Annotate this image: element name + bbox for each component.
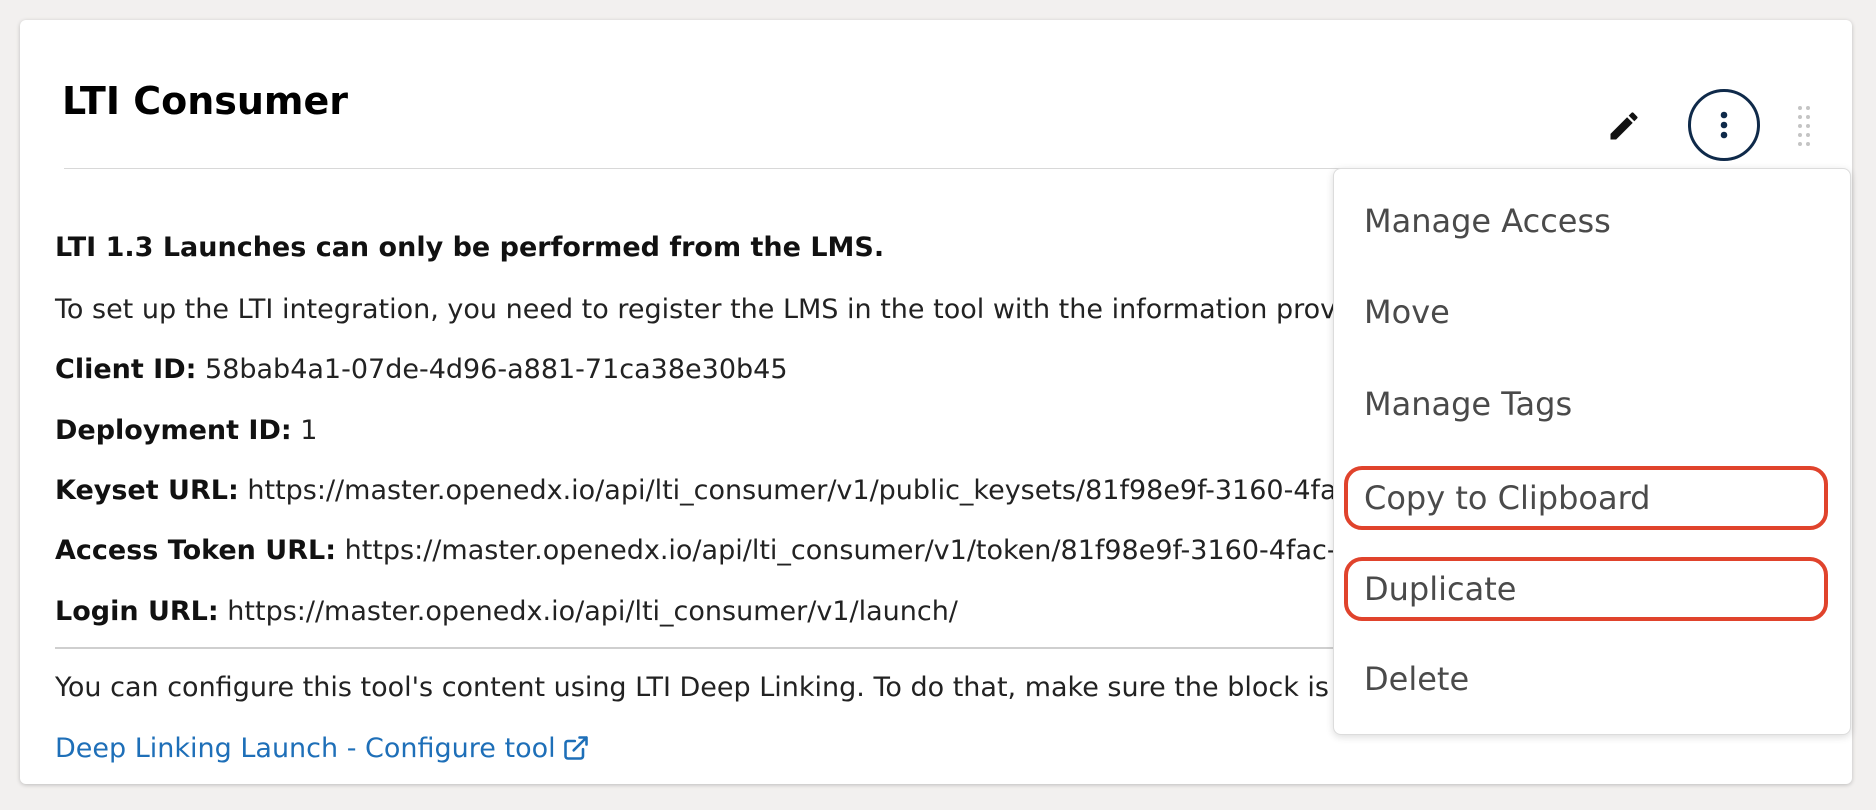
deep-linking-launch-label: Deep Linking Launch - Configure tool [55, 732, 556, 764]
menu-item-delete[interactable]: Delete [1344, 647, 1828, 711]
deployment-id-label: Deployment ID: [55, 415, 292, 446]
access-token-url-value: https://master.openedx.io/api/lti_consum… [344, 535, 1337, 566]
edit-button[interactable] [1598, 100, 1650, 152]
menu-item-move[interactable]: Move [1344, 280, 1828, 344]
menu-item-manage-tags[interactable]: Manage Tags [1344, 372, 1828, 436]
block-card: LTI Consumer LTI 1.3 Launches can only b… [20, 20, 1852, 784]
menu-item-duplicate[interactable]: Duplicate [1344, 557, 1828, 621]
pencil-icon [1610, 112, 1638, 140]
drag-handle[interactable] [1792, 104, 1816, 148]
keyset-url-value: https://master.openedx.io/api/lti_consum… [247, 475, 1337, 506]
lti-warning: LTI 1.3 Launches can only be performed f… [55, 232, 885, 263]
deployment-id-row: Deployment ID: 1 [55, 417, 317, 444]
login-url-label: Login URL: [55, 596, 219, 627]
login-url-value: https://master.openedx.io/api/lti_consum… [227, 596, 958, 627]
block-title: LTI Consumer [62, 79, 349, 123]
more-options-menu: Manage Access Move Manage Tags Copy to C… [1333, 168, 1851, 735]
client-id-row: Client ID: 58bab4a1-07de-4d96-a881-71ca3… [55, 356, 788, 383]
login-url-row: Login URL: https://master.openedx.io/api… [55, 598, 958, 625]
menu-item-copy-to-clipboard[interactable]: Copy to Clipboard [1344, 466, 1828, 530]
client-id-value: 58bab4a1-07de-4d96-a881-71ca38e30b45 [205, 354, 788, 385]
drag-handle-icon [1798, 106, 1810, 146]
keyset-url-row: Keyset URL: https://master.openedx.io/ap… [55, 477, 1337, 504]
keyset-url-label: Keyset URL: [55, 475, 239, 506]
external-link-icon [563, 736, 588, 760]
client-id-label: Client ID: [55, 354, 197, 385]
deployment-id-value: 1 [300, 415, 318, 446]
menu-item-manage-access[interactable]: Manage Access [1344, 189, 1828, 253]
more-options-button[interactable] [1688, 89, 1760, 161]
deep-linking-description: You can configure this tool's content us… [55, 672, 1329, 703]
setup-instructions: To set up the LTI integration, you need … [55, 294, 1337, 325]
deep-linking-launch-link[interactable]: Deep Linking Launch - Configure tool [55, 734, 590, 762]
more-vertical-icon [1720, 111, 1728, 139]
content-divider [55, 647, 1365, 649]
header-divider [64, 168, 1364, 169]
access-token-url-label: Access Token URL: [55, 535, 337, 566]
access-token-url-row: Access Token URL: https://master.openedx… [55, 537, 1337, 564]
